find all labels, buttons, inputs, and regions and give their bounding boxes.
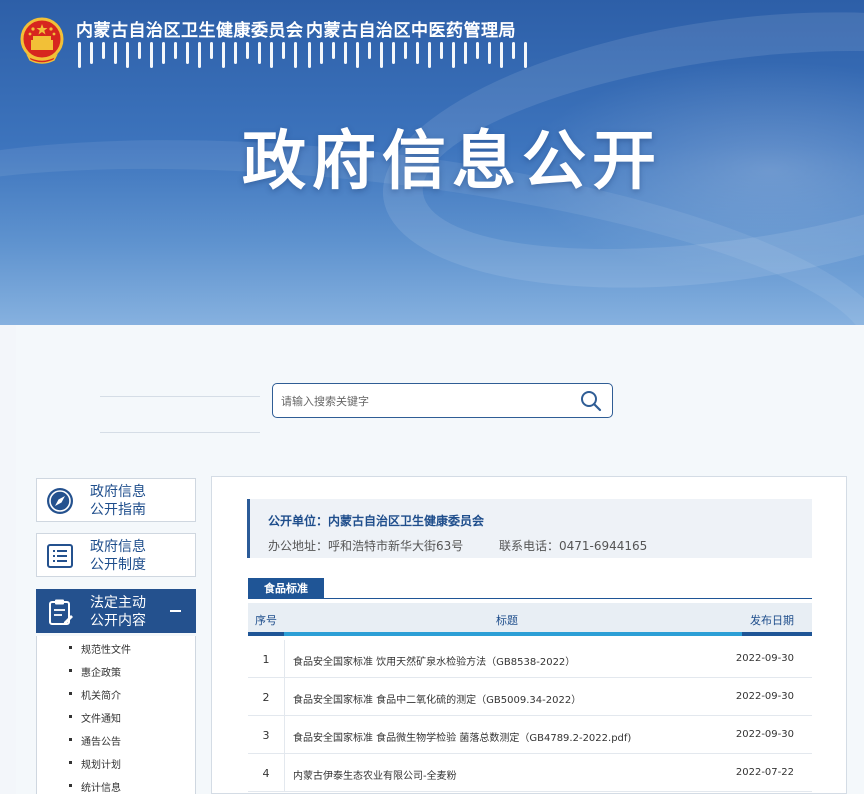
tab-food-standards[interactable]: 食品标准 [248, 578, 324, 599]
table-row[interactable]: 2 食品安全国家标准 食品中二氧化硫的测定（GB5009.34-2022） 20… [248, 678, 812, 716]
row-number: 1 [262, 653, 270, 666]
nav-label: 政府信息 公开制度 [90, 539, 146, 573]
collapse-icon[interactable] [170, 610, 181, 612]
column-header-date: 发布日期 [750, 614, 794, 627]
row-date: 2022-07-22 [735, 767, 794, 778]
org-name-health-commission[interactable]: 内蒙古自治区卫生健康委员会 [76, 16, 304, 41]
table-row[interactable]: 1 食品安全国家标准 饮用天然矿泉水检验方法（GB8538-2022） 2022… [248, 640, 812, 678]
tab-underline [248, 598, 812, 599]
unit-phone: 联系电话：0471-6944165 [499, 539, 648, 553]
unit-info-box: 公开单位：内蒙古自治区卫生健康委员会 办公地址：呼和浩特市新华大街63号 联系电… [247, 499, 812, 558]
mongolian-script-org1 [78, 42, 297, 68]
unit-address: 办公地址：呼和浩特市新华大街63号 [268, 539, 464, 553]
clipboard-edit-icon [49, 599, 73, 625]
row-date: 2022-09-30 [735, 653, 794, 664]
document-list-icon [47, 544, 73, 568]
sub-nav-item[interactable]: 机关简介 [69, 687, 121, 702]
row-title-link[interactable]: 内蒙古伊泰生态农业有限公司-全麦粉 [293, 767, 457, 782]
row-title-link[interactable]: 食品安全国家标准 饮用天然矿泉水检验方法（GB8538-2022） [293, 653, 575, 668]
header-banner: 内蒙古自治区卫生健康委员会 内蒙古自治区中医药管理局 政府信息公开 [0, 0, 864, 325]
mongolian-script-org2 [308, 42, 527, 68]
nav-item-statutory-content[interactable]: 法定主动 公开内容 [36, 589, 196, 633]
divider [100, 396, 260, 397]
nav-label: 政府信息 公开指南 [90, 484, 146, 518]
divider [100, 432, 260, 433]
cell-divider [284, 754, 285, 791]
header-accent [248, 632, 284, 636]
sub-nav-item[interactable]: 通告公告 [69, 733, 121, 748]
cell-divider [284, 678, 285, 715]
row-number: 2 [262, 691, 270, 704]
org-name-tcm-bureau[interactable]: 内蒙古自治区中医药管理局 [306, 16, 516, 41]
nav-label: 法定主动 公开内容 [90, 595, 146, 629]
header-accent [742, 632, 812, 636]
search-input[interactable] [281, 392, 561, 410]
row-number: 4 [262, 767, 270, 780]
sub-nav-item[interactable]: 规划计划 [69, 756, 121, 771]
search-box[interactable] [272, 383, 613, 418]
column-header-num: 序号 [255, 614, 277, 627]
sub-nav-item[interactable]: 惠企政策 [69, 664, 121, 679]
compass-icon [47, 488, 73, 514]
sub-nav-item[interactable]: 统计信息 [69, 779, 121, 794]
table-header: 序号 标题 发布日期 [248, 603, 812, 636]
unit-name: 公开单位：内蒙古自治区卫生健康委员会 [268, 514, 485, 528]
row-title-link[interactable]: 食品安全国家标准 食品中二氧化硫的测定（GB5009.34-2022） [293, 691, 581, 706]
row-title-link[interactable]: 食品安全国家标准 食品微生物学检验 菌落总数测定（GB4789.2-2022.p… [293, 729, 631, 744]
sub-nav-item[interactable]: 文件通知 [69, 710, 121, 725]
sub-nav-item[interactable]: 规范性文件 [69, 641, 131, 656]
nav-item-disclosure-system[interactable]: 政府信息 公开制度 [36, 533, 196, 577]
nav-item-disclosure-guide[interactable]: 政府信息 公开指南 [36, 478, 196, 522]
column-header-title: 标题 [496, 614, 518, 627]
row-date: 2022-09-30 [735, 729, 794, 740]
row-date: 2022-09-30 [735, 691, 794, 702]
national-emblem-icon[interactable] [18, 16, 66, 66]
table-row[interactable]: 3 食品安全国家标准 食品微生物学检验 菌落总数测定（GB4789.2-2022… [248, 716, 812, 754]
sub-nav-list: 规范性文件 惠企政策 机关简介 文件通知 通告公告 规划计划 统计信息 [36, 636, 196, 794]
cell-divider [284, 640, 285, 677]
page-title: 政府信息公开 [242, 125, 662, 199]
row-number: 3 [262, 729, 270, 742]
search-icon[interactable] [580, 390, 602, 412]
table-row[interactable]: 4 内蒙古伊泰生态农业有限公司-全麦粉 2022-07-22 [248, 754, 812, 792]
cell-divider [284, 716, 285, 753]
